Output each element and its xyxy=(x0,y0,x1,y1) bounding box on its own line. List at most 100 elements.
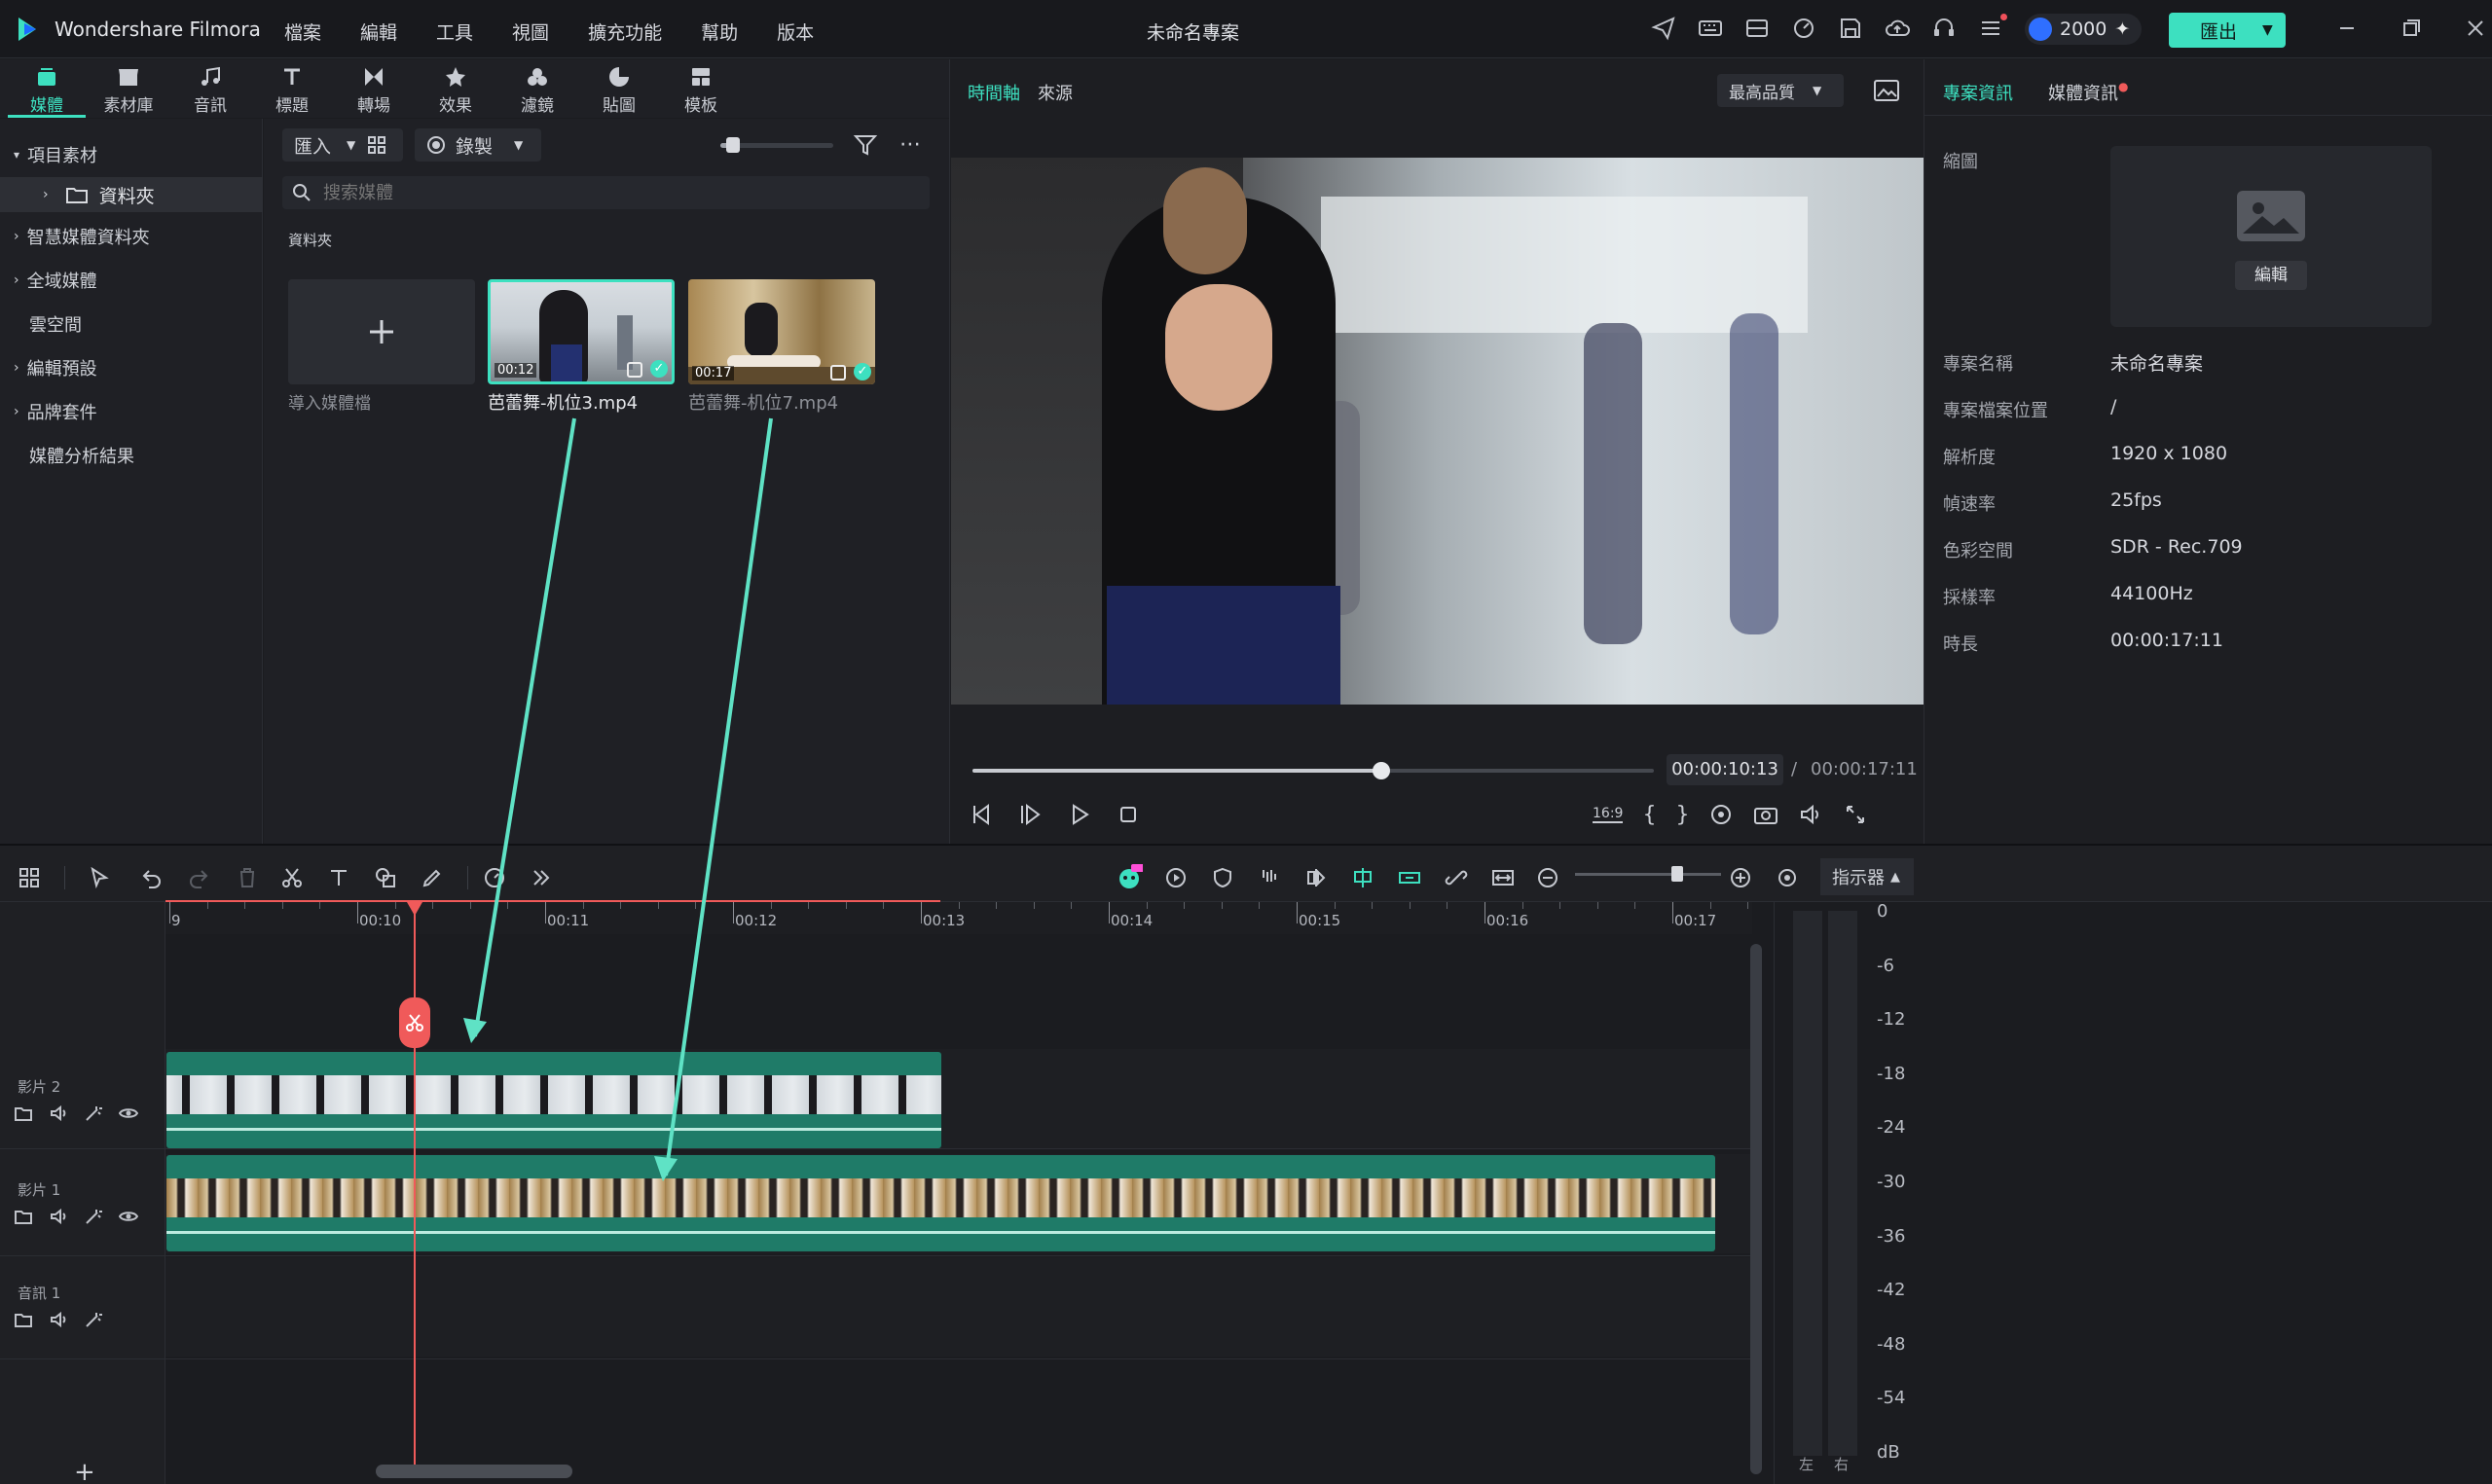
import-dropdown[interactable]: 匯入 ▼ xyxy=(282,128,403,162)
menu-help[interactable]: 幫助 xyxy=(701,18,738,45)
headset-icon[interactable] xyxy=(1931,16,1957,41)
select-tool-icon[interactable] xyxy=(82,860,117,895)
tab-transitions[interactable]: 轉場 xyxy=(335,62,413,117)
more-options-icon[interactable]: ⋯ xyxy=(899,132,921,157)
search-input[interactable] xyxy=(323,182,907,203)
playhead-line[interactable] xyxy=(414,902,416,1465)
sidebar-item-global-media[interactable]: › 全域媒體 xyxy=(14,268,97,293)
tab-stickers[interactable]: 貼圖 xyxy=(580,62,658,117)
unlink-icon[interactable] xyxy=(1439,860,1474,895)
stop-icon[interactable] xyxy=(1116,802,1141,827)
speaker-icon[interactable] xyxy=(49,1207,68,1226)
menu-file[interactable]: 檔案 xyxy=(284,18,321,45)
folder-lock-icon[interactable] xyxy=(14,1310,33,1329)
text-tool-icon[interactable] xyxy=(321,860,356,895)
folder-lock-icon[interactable] xyxy=(14,1207,33,1226)
sidebar-item-project-media[interactable]: ▾ 項目素材 xyxy=(14,142,97,167)
layout-icon[interactable] xyxy=(1744,16,1770,41)
auto-sync-icon[interactable] xyxy=(1158,860,1193,895)
zoom-thumb[interactable] xyxy=(1671,866,1683,882)
camera-icon[interactable] xyxy=(1753,802,1778,827)
zoom-out-icon[interactable] xyxy=(1530,860,1565,895)
timeline-vertical-scrollbar[interactable] xyxy=(1750,944,1762,1474)
redo-icon[interactable] xyxy=(181,860,216,895)
sidebar-item-folder[interactable]: › 資料夾 xyxy=(0,177,263,212)
split-marker[interactable] xyxy=(399,997,430,1048)
mark-out-icon[interactable]: } xyxy=(1675,803,1689,827)
magic-wand-icon[interactable] xyxy=(84,1104,103,1123)
add-track-icon[interactable]: + xyxy=(74,1458,95,1484)
filter-icon[interactable] xyxy=(853,132,878,158)
restore-icon[interactable] xyxy=(2399,16,2424,41)
tab-filters[interactable]: 濾鏡 xyxy=(498,62,576,117)
fullscreen-icon[interactable] xyxy=(1843,802,1868,827)
import-media-tile[interactable] xyxy=(288,279,475,384)
sidebar-item-analysis[interactable]: 媒體分析結果 xyxy=(29,443,134,468)
tab-titles[interactable]: 標題 xyxy=(253,62,331,117)
tab-templates[interactable]: 模板 xyxy=(662,62,740,117)
cloud-upload-icon[interactable] xyxy=(1885,16,1910,41)
volume-icon[interactable] xyxy=(1798,802,1823,827)
ai-mate-icon[interactable] xyxy=(1112,860,1147,895)
slider-thumb[interactable] xyxy=(726,137,740,153)
tab-media-info[interactable]: 媒體資訊● xyxy=(2048,80,2128,105)
notifications-menu[interactable] xyxy=(1978,14,2007,41)
play-icon[interactable] xyxy=(1067,802,1092,827)
current-timecode[interactable]: 00:00:10:13 xyxy=(1667,754,1783,785)
tab-timeline-preview[interactable]: 時間軸 xyxy=(968,80,1020,105)
shield-icon[interactable] xyxy=(1205,860,1240,895)
search-bar[interactable] xyxy=(282,176,930,209)
export-button[interactable]: 匯出 ▼ xyxy=(2169,13,2286,48)
grid-import-icon[interactable] xyxy=(367,135,386,155)
sidebar-item-smart-folder[interactable]: › 智慧媒體資料夾 xyxy=(14,224,150,249)
magic-wand-icon[interactable] xyxy=(84,1207,103,1226)
tab-effects[interactable]: 效果 xyxy=(417,62,495,117)
snapshot-view-icon[interactable] xyxy=(1873,78,1900,103)
keyboard-icon[interactable] xyxy=(1698,16,1723,41)
render-settings-icon[interactable] xyxy=(1708,802,1734,827)
menu-edit[interactable]: 編輯 xyxy=(360,18,397,45)
playback-thumb[interactable] xyxy=(1373,762,1390,779)
timeline-horizontal-scrollbar[interactable] xyxy=(376,1465,572,1478)
credits-badge[interactable]: 2000 ✦ xyxy=(2025,14,2143,45)
media-clip-1[interactable]: 00:12 ✓ xyxy=(488,279,675,384)
split-scissors-icon[interactable] xyxy=(275,860,310,895)
tab-stock[interactable]: 素材庫 xyxy=(90,62,167,117)
speaker-icon[interactable] xyxy=(49,1104,68,1123)
snap-magnet-icon[interactable] xyxy=(1345,860,1380,895)
thumbnail-size-slider[interactable] xyxy=(720,137,833,153)
next-frame-icon[interactable] xyxy=(1018,802,1044,827)
link-track-icon[interactable] xyxy=(1392,860,1427,895)
mirror-icon[interactable] xyxy=(1299,860,1334,895)
mark-in-icon[interactable]: { xyxy=(1642,803,1656,827)
menu-extensions[interactable]: 擴充功能 xyxy=(588,18,662,45)
quality-dropdown[interactable]: 最高品質 ▼ xyxy=(1717,74,1844,107)
aspect-ratio-button[interactable]: 16:9 xyxy=(1593,806,1624,823)
previous-frame-icon[interactable] xyxy=(970,802,995,827)
delete-icon[interactable] xyxy=(230,860,265,895)
video-preview[interactable] xyxy=(951,158,1924,705)
zoom-in-icon[interactable] xyxy=(1723,860,1758,895)
layout-grid-icon[interactable] xyxy=(12,860,47,895)
fit-timeline-icon[interactable] xyxy=(1485,860,1521,895)
tab-project-info[interactable]: 專案資訊 xyxy=(1943,80,2013,105)
speaker-icon[interactable] xyxy=(49,1310,68,1329)
edit-thumbnail-button[interactable]: 編輯 xyxy=(2235,261,2307,290)
sidebar-item-presets[interactable]: › 編輯預設 xyxy=(14,355,97,380)
magic-wand-icon[interactable] xyxy=(84,1310,103,1329)
tab-source-preview[interactable]: 來源 xyxy=(1038,80,1073,105)
send-icon[interactable] xyxy=(1651,16,1676,41)
meter-toggle[interactable]: 指示器 ▲ xyxy=(1820,858,1914,895)
audio-stretch-icon[interactable] xyxy=(1252,860,1287,895)
eye-icon[interactable] xyxy=(119,1104,138,1123)
tab-audio[interactable]: 音訊 xyxy=(171,62,249,117)
export-dropdown-icon[interactable]: ▼ xyxy=(2262,22,2273,38)
minimize-icon[interactable] xyxy=(2334,16,2360,41)
close-icon[interactable] xyxy=(2463,16,2488,41)
tab-media[interactable]: 媒體 xyxy=(8,62,86,117)
media-clip-2[interactable]: 00:17 ✓ xyxy=(688,279,875,384)
record-dropdown[interactable]: 錄製 ▼ xyxy=(415,128,541,162)
save-icon[interactable] xyxy=(1838,16,1863,41)
sidebar-item-cloud[interactable]: 雲空間 xyxy=(29,311,82,337)
timeline-settings-icon[interactable] xyxy=(1770,860,1805,895)
